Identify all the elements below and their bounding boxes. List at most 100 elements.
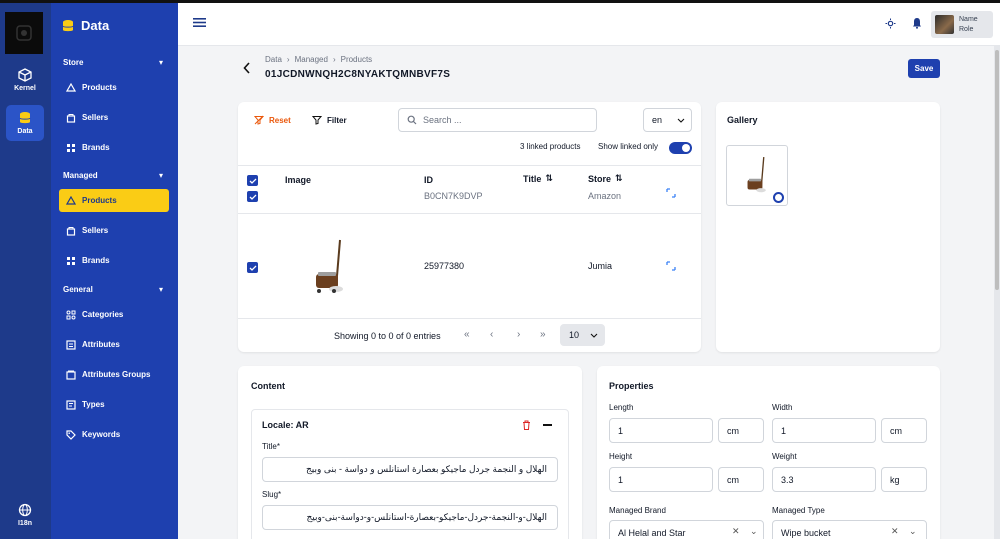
- sidebar-item-label: Attributes: [82, 340, 120, 349]
- rail-item-i18n[interactable]: I18n: [6, 497, 44, 533]
- types-icon: [66, 399, 76, 410]
- slug-label: Slug*: [262, 490, 282, 499]
- delete-locale-button[interactable]: [522, 420, 531, 432]
- product-icon: [66, 195, 76, 205]
- column-header-store[interactable]: Store ⇅: [588, 173, 623, 184]
- sidebar-item-categories[interactable]: Categories: [59, 303, 169, 326]
- sidebar-item-managed-sellers[interactable]: Sellers: [59, 219, 169, 242]
- app-rail: Kernel Data I18n: [0, 3, 51, 539]
- height-unit[interactable]: cm: [718, 467, 764, 492]
- collapse-icon[interactable]: [543, 424, 552, 426]
- row-store: Amazon: [588, 191, 622, 201]
- trash-icon: [523, 420, 530, 430]
- sidebar-item-managed-brands[interactable]: Brands: [59, 249, 169, 272]
- chevron-down-icon[interactable]: ⌄: [750, 526, 758, 537]
- sidebar-item-managed-products[interactable]: Products: [59, 189, 169, 212]
- managed-brand-label: Managed Brand: [609, 506, 666, 515]
- table-row[interactable]: B0CN7K9DVP Amazon: [238, 188, 701, 213]
- height-field[interactable]: 1: [609, 467, 713, 492]
- rail-item-data[interactable]: Data: [6, 105, 44, 141]
- sidebar-section-store[interactable]: Store ▾: [63, 58, 163, 67]
- chevron-down-icon: [677, 118, 685, 123]
- sidebar-section-managed[interactable]: Managed ▾: [63, 171, 163, 180]
- filter-button[interactable]: Filter: [312, 115, 347, 125]
- notifications-button[interactable]: [912, 17, 922, 31]
- column-header-title[interactable]: Title ⇅: [523, 173, 553, 184]
- sidebar-item-attributes[interactable]: Attributes: [59, 333, 169, 356]
- sidebar-item-label: Keywords: [82, 430, 121, 439]
- slug-field[interactable]: الهلال-و-النجمة-جردل-ماجيكو-بعصارة-استان…: [262, 505, 558, 530]
- width-label: Width: [772, 403, 793, 412]
- check-icon: [249, 265, 256, 271]
- managed-brand-value: Al Helal and Star: [618, 527, 686, 538]
- user-role: Role: [959, 25, 974, 33]
- scrollbar-thumb[interactable]: [995, 50, 999, 290]
- reset-button[interactable]: Reset: [254, 115, 291, 125]
- weight-field[interactable]: 3.3: [772, 467, 876, 492]
- managed-brand-select[interactable]: Al Helal and Star ✕ ⌄: [609, 520, 764, 539]
- save-button[interactable]: Save: [908, 59, 940, 78]
- length-unit[interactable]: cm: [718, 418, 764, 443]
- breadcrumb-item[interactable]: Managed: [295, 55, 328, 64]
- rail-item-label: I18n: [17, 520, 32, 527]
- clear-icon[interactable]: ✕: [891, 526, 899, 537]
- weight-unit[interactable]: kg: [881, 467, 927, 492]
- first-page-button[interactable]: «: [464, 329, 470, 340]
- content-card: Content Locale: AR Title* الهلال و النجم…: [238, 366, 582, 539]
- managed-type-select[interactable]: Wipe bucket ✕ ⌄: [772, 520, 927, 539]
- open-link-icon[interactable]: [666, 188, 676, 200]
- user-name: Name: [959, 15, 978, 23]
- sidebar-item-attributes-groups[interactable]: Attributes Groups: [59, 363, 169, 386]
- last-page-button[interactable]: »: [540, 329, 546, 340]
- next-page-button[interactable]: ›: [517, 329, 520, 340]
- title-field[interactable]: الهلال و النجمة جردل ماجيكو بعصارة استان…: [262, 457, 558, 482]
- theme-toggle-button[interactable]: [885, 18, 896, 31]
- page-size-select[interactable]: 10: [560, 324, 605, 346]
- sun-icon: [885, 18, 896, 29]
- page-scrollbar[interactable]: [994, 46, 1000, 539]
- row-checkbox[interactable]: [247, 191, 258, 202]
- sidebar-section-general[interactable]: General ▾: [63, 285, 163, 294]
- avatar: [935, 15, 954, 34]
- width-field[interactable]: 1: [772, 418, 876, 443]
- breadcrumb-item[interactable]: Data: [265, 55, 282, 64]
- locale-panel-ar: Locale: AR Title* الهلال و النجمة جردل م…: [251, 409, 569, 539]
- managed-type-label: Managed Type: [772, 506, 825, 515]
- sidebar-item-keywords[interactable]: Keywords: [59, 423, 169, 446]
- locale-select[interactable]: en: [643, 108, 692, 132]
- column-label: Image: [285, 175, 312, 185]
- primary-image-radio[interactable]: [773, 192, 784, 203]
- show-linked-toggle[interactable]: [669, 142, 692, 154]
- length-field[interactable]: 1: [609, 418, 713, 443]
- row-checkbox[interactable]: [247, 262, 258, 273]
- chevron-down-icon[interactable]: ⌄: [909, 526, 917, 537]
- select-all-checkbox[interactable]: [247, 175, 258, 186]
- page-size-value: 10: [569, 330, 580, 340]
- search-icon: [407, 115, 417, 125]
- search-input[interactable]: Search ...: [398, 108, 597, 132]
- linked-products-card: Reset Filter Search ... en 3 linked prod…: [238, 102, 701, 352]
- open-link-icon[interactable]: [666, 261, 676, 273]
- menu-toggle-button[interactable]: [193, 17, 206, 30]
- user-menu[interactable]: Name Role: [931, 11, 993, 38]
- properties-card: Properties Length 1 cm Width 1 cm Height…: [597, 366, 940, 539]
- rail-item-label: Kernel: [14, 85, 36, 92]
- back-button[interactable]: [243, 62, 251, 76]
- table-row[interactable]: 25977380 Jumia: [238, 214, 701, 318]
- column-label: Store: [588, 173, 612, 184]
- width-unit[interactable]: cm: [881, 418, 927, 443]
- sidebar-item-label: Brands: [82, 143, 110, 152]
- categories-icon: [66, 310, 76, 319]
- sidebar-item-store-products[interactable]: Products: [59, 76, 169, 99]
- sidebar-item-types[interactable]: Types: [59, 393, 169, 416]
- breadcrumb-item[interactable]: Products: [341, 55, 373, 64]
- clear-icon[interactable]: ✕: [732, 526, 740, 537]
- gallery-image[interactable]: [726, 145, 788, 206]
- rail-item-kernel[interactable]: Kernel: [6, 62, 44, 98]
- sidebar-item-store-sellers[interactable]: Sellers: [59, 106, 169, 129]
- attributes-icon: [66, 339, 76, 350]
- prev-page-button[interactable]: ‹: [490, 329, 493, 340]
- managed-type-value: Wipe bucket: [781, 527, 831, 538]
- globe-icon: [18, 503, 32, 517]
- sidebar-item-store-brands[interactable]: Brands: [59, 136, 169, 159]
